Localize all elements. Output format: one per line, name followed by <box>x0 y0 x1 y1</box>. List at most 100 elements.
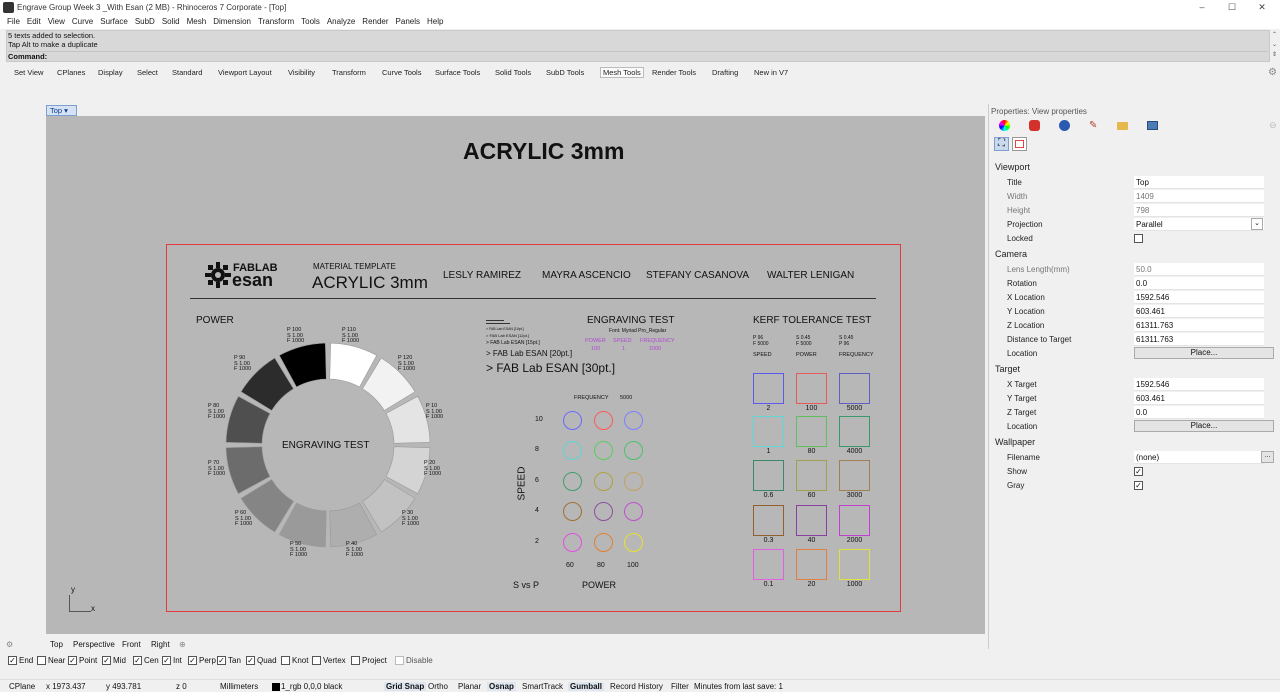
tab-select[interactable]: Select <box>137 68 158 77</box>
osnap-checkbox[interactable] <box>395 656 404 665</box>
tab-curve-tools[interactable]: Curve Tools <box>382 68 421 77</box>
tab-cplanes[interactable]: CPlanes <box>57 68 85 77</box>
viewport-tabs-gear-icon[interactable]: ⚙ <box>6 640 13 649</box>
status-filter[interactable]: Filter <box>671 682 689 691</box>
osnap-end[interactable]: ✓ End <box>8 656 33 665</box>
osnap-checkbox[interactable] <box>351 656 360 665</box>
osnap-perp[interactable]: ✓ Perp <box>188 656 216 665</box>
menu-item-view[interactable]: View <box>48 17 65 26</box>
tab-transform[interactable]: Transform <box>332 68 366 77</box>
menu-item-tools[interactable]: Tools <box>301 17 320 26</box>
viewport-tab-perspective[interactable]: Perspective <box>73 640 115 649</box>
menu-item-solid[interactable]: Solid <box>162 17 180 26</box>
top-viewport[interactable] <box>46 116 985 634</box>
title-field[interactable]: Top <box>1134 176 1264 189</box>
x-target-field[interactable]: 1592.546 <box>1134 378 1264 391</box>
osnap-checkbox[interactable] <box>281 656 290 665</box>
osnap-checkbox[interactable]: ✓ <box>217 656 226 665</box>
menu-item-panels[interactable]: Panels <box>396 17 420 26</box>
menu-item-mesh[interactable]: Mesh <box>187 17 207 26</box>
menu-item-transform[interactable]: Transform <box>258 17 294 26</box>
osnap-checkbox[interactable]: ✓ <box>246 656 255 665</box>
menu-item-edit[interactable]: Edit <box>27 17 41 26</box>
add-viewport-tab-icon[interactable]: ⊕ <box>179 640 186 649</box>
tab-mesh-tools[interactable]: Mesh Tools <box>600 67 644 78</box>
status-planar[interactable]: Planar <box>458 682 481 691</box>
tab-surface-tools[interactable]: Surface Tools <box>435 68 480 77</box>
menu-item-file[interactable]: File <box>7 17 20 26</box>
osnap-point[interactable]: ✓ Point <box>68 656 97 665</box>
status-grid-snap[interactable]: Grid Snap <box>384 682 427 691</box>
menu-item-help[interactable]: Help <box>427 17 443 26</box>
osnap-checkbox[interactable]: ✓ <box>102 656 111 665</box>
material-icon[interactable] <box>1029 120 1040 131</box>
tab-drafting[interactable]: Drafting <box>712 68 738 77</box>
tab-solid-tools[interactable]: Solid Tools <box>495 68 531 77</box>
properties-expand-icon[interactable]: ⊖ <box>1269 120 1277 131</box>
projection-dropdown-icon[interactable]: ⌄ <box>1251 218 1263 230</box>
osnap-mid[interactable]: ✓ Mid <box>102 656 126 665</box>
command-scrollbar[interactable]: ⌃ ⌄ ⇕ <box>1270 30 1279 62</box>
render-icon[interactable] <box>1059 120 1070 131</box>
close-button[interactable]: ✕ <box>1252 2 1272 13</box>
osnap-vertex[interactable]: Vertex <box>312 656 346 665</box>
osnap-checkbox[interactable]: ✓ <box>68 656 77 665</box>
menu-item-subd[interactable]: SubD <box>135 17 155 26</box>
menu-item-surface[interactable]: Surface <box>100 17 128 26</box>
osnap-disable[interactable]: Disable <box>395 656 433 665</box>
menu-item-curve[interactable]: Curve <box>72 17 93 26</box>
wallpaper-gray-checkbox[interactable]: ✓ <box>1134 481 1143 490</box>
viewport-tab-right[interactable]: Right <box>151 640 170 649</box>
status-cplane[interactable]: CPlane <box>9 682 35 691</box>
y-location-field[interactable]: 603.461 <box>1134 305 1264 318</box>
status-smarttrack[interactable]: SmartTrack <box>522 682 563 691</box>
viewport-title-tab[interactable]: Top ▾ <box>46 105 77 116</box>
tab-set-view[interactable]: Set View <box>14 68 43 77</box>
maximize-button[interactable]: ☐ <box>1222 2 1242 13</box>
tabbar-gear-icon[interactable]: ⚙ <box>1268 67 1277 78</box>
target-location-place-button[interactable]: Place... <box>1134 420 1274 432</box>
camera-location-place-button[interactable]: Place... <box>1134 347 1274 359</box>
z-location-field[interactable]: 61311.763 <box>1134 319 1264 332</box>
rotation-field[interactable]: 0.0 <box>1134 277 1264 290</box>
viewport-tab-top[interactable]: Top <box>50 640 63 649</box>
minimize-button[interactable]: – <box>1192 2 1212 13</box>
x-location-field[interactable]: 1592.546 <box>1134 291 1264 304</box>
layer-color-swatch[interactable] <box>272 683 280 691</box>
osnap-int[interactable]: ✓ Int <box>162 656 182 665</box>
tab-display[interactable]: Display <box>98 68 123 77</box>
tab-subd-tools[interactable]: SubD Tools <box>546 68 584 77</box>
lens-length-field[interactable]: 50.0 <box>1134 263 1264 276</box>
osnap-near[interactable]: Near <box>37 656 65 665</box>
y-target-field[interactable]: 603.461 <box>1134 392 1264 405</box>
status-record[interactable]: Record History <box>610 682 663 691</box>
status-ortho[interactable]: Ortho <box>428 682 448 691</box>
status-gumball[interactable]: Gumball <box>568 682 605 691</box>
picture-icon[interactable] <box>1147 121 1158 130</box>
tab-visibility[interactable]: Visibility <box>288 68 315 77</box>
tab-standard[interactable]: Standard <box>172 68 202 77</box>
height-field[interactable]: 798 <box>1134 204 1264 217</box>
wallpaper-show-checkbox[interactable]: ✓ <box>1134 467 1143 476</box>
wallpaper-filename-field[interactable]: (none) <box>1134 451 1264 464</box>
status-units[interactable]: Millimeters <box>220 682 258 691</box>
browse-button[interactable]: ... <box>1261 451 1274 463</box>
folder-icon[interactable] <box>1117 122 1128 130</box>
osnap-quad[interactable]: ✓ Quad <box>246 656 277 665</box>
osnap-checkbox[interactable]: ✓ <box>133 656 142 665</box>
pen-icon[interactable]: ✎ <box>1089 120 1100 131</box>
osnap-knot[interactable]: Knot <box>281 656 308 665</box>
osnap-checkbox[interactable]: ✓ <box>188 656 197 665</box>
frame-icon[interactable] <box>1012 137 1027 151</box>
z-target-field[interactable]: 0.0 <box>1134 406 1264 419</box>
status-z[interactable]: z 0 <box>176 682 187 691</box>
viewport-tab-front[interactable]: Front <box>122 640 141 649</box>
menu-item-analyze[interactable]: Analyze <box>327 17 355 26</box>
menu-item-render[interactable]: Render <box>362 17 388 26</box>
locked-checkbox[interactable] <box>1134 234 1143 243</box>
tab-viewport-layout[interactable]: Viewport Layout <box>218 68 272 77</box>
projection-field[interactable]: Parallel ⌄ <box>1134 218 1264 231</box>
osnap-cen[interactable]: ✓ Cen <box>133 656 159 665</box>
camera-icon[interactable]: ⛶ <box>994 137 1009 151</box>
osnap-tan[interactable]: ✓ Tan <box>217 656 241 665</box>
